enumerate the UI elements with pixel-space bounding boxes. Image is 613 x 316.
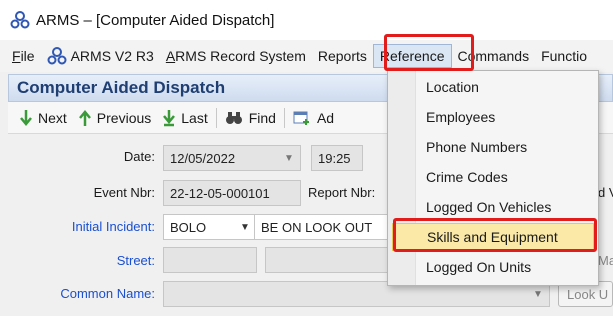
toolbar-separator bbox=[283, 107, 285, 128]
date-value: 12/05/2022 bbox=[170, 150, 236, 166]
next-button[interactable]: Next bbox=[14, 105, 73, 131]
menu-file[interactable]: File bbox=[6, 44, 41, 68]
clipped-map-button[interactable]: Ma bbox=[598, 253, 613, 268]
binoculars-icon bbox=[225, 111, 242, 124]
menu-item-crime-codes[interactable]: Crime Codes bbox=[392, 163, 594, 191]
report-nbr-label: Report Nbr: bbox=[308, 185, 376, 200]
initial-incident-desc-field[interactable]: BE ON LOOK OUT bbox=[254, 214, 388, 240]
clipped-label-1: d V bbox=[598, 185, 613, 200]
menu-item-label: Skills and Equipment bbox=[427, 229, 558, 245]
menu-arms-v2-label: ARMS V2 R3 bbox=[70, 48, 154, 64]
look-up-label: Look U bbox=[567, 286, 609, 302]
chevron-down-icon[interactable]: ▼ bbox=[236, 218, 254, 236]
arrow-down-icon bbox=[20, 109, 32, 126]
arms-logo-icon bbox=[47, 47, 67, 65]
menu-reference[interactable]: Reference bbox=[372, 44, 452, 68]
time-field[interactable]: 19:25 bbox=[311, 145, 363, 171]
menu-item-logged-on-vehicles[interactable]: Logged On Vehicles bbox=[392, 193, 594, 221]
date-field[interactable]: 12/05/2022 ▼ bbox=[163, 145, 301, 171]
initial-incident-code-field[interactable]: BOLO ▼ bbox=[163, 214, 257, 240]
event-nbr-field[interactable]: 22-12-05-000101 bbox=[163, 180, 301, 206]
reference-dropdown-menu: Location Employees Phone Numbers Crime C… bbox=[387, 70, 599, 286]
arrow-down-last-icon bbox=[163, 109, 176, 126]
menu-file-label: F bbox=[12, 48, 21, 64]
common-name-label: Common Name: bbox=[60, 286, 155, 301]
menu-item-logged-on-units[interactable]: Logged On Units bbox=[392, 253, 594, 281]
find-label: Find bbox=[248, 109, 276, 126]
chevron-down-icon[interactable]: ▼ bbox=[529, 285, 547, 303]
arms-logo-icon bbox=[10, 11, 30, 29]
add-record-icon bbox=[293, 111, 309, 125]
menu-item-skills-and-equipment[interactable]: Skills and Equipment bbox=[392, 223, 594, 251]
last-label: Last bbox=[181, 109, 208, 126]
previous-button[interactable]: Previous bbox=[73, 105, 157, 131]
find-button[interactable]: Find bbox=[219, 105, 282, 131]
menu-arms-record-system-label: A bbox=[165, 48, 176, 64]
date-label: Date: bbox=[123, 149, 155, 164]
menu-functions[interactable]: Functio bbox=[535, 44, 593, 68]
menu-item-label: Employees bbox=[426, 109, 496, 125]
menu-bar: File ARMS V2 R3 A RMS Record System Repor… bbox=[0, 40, 613, 72]
event-nbr-value: 22-12-05-000101 bbox=[170, 185, 270, 201]
page-title: Computer Aided Dispatch bbox=[17, 78, 226, 97]
time-value: 19:25 bbox=[318, 150, 351, 166]
menu-reference-label: Reference bbox=[379, 48, 445, 64]
menu-item-phone-numbers[interactable]: Phone Numbers bbox=[392, 133, 594, 161]
menu-commands-label: Commands bbox=[457, 48, 530, 64]
menu-item-label: Crime Codes bbox=[426, 169, 508, 185]
add-button[interactable]: Ad bbox=[287, 105, 340, 131]
previous-label: Previous bbox=[96, 109, 152, 126]
menu-commands[interactable]: Commands bbox=[452, 44, 536, 68]
menu-arms-record-system[interactable]: A RMS Record System bbox=[160, 44, 312, 68]
next-label: Next bbox=[38, 109, 67, 126]
menu-file-label-rest: ile bbox=[20, 48, 35, 64]
menu-item-location[interactable]: Location bbox=[392, 73, 594, 101]
menu-item-label: Logged On Vehicles bbox=[426, 199, 552, 215]
add-label: Ad bbox=[316, 109, 335, 126]
menu-reports[interactable]: Reports bbox=[312, 44, 373, 68]
menu-item-employees[interactable]: Employees bbox=[392, 103, 594, 131]
menu-item-label: Location bbox=[426, 79, 479, 95]
menu-reports-label: Reports bbox=[317, 48, 367, 64]
toolbar-separator bbox=[215, 107, 217, 128]
street-name-field[interactable] bbox=[265, 247, 388, 273]
chevron-down-icon[interactable]: ▼ bbox=[280, 149, 298, 167]
street-number-field[interactable] bbox=[163, 247, 257, 273]
initial-incident-desc: BE ON LOOK OUT bbox=[261, 219, 373, 235]
initial-incident-label: Initial Incident: bbox=[71, 219, 155, 234]
initial-incident-code: BOLO bbox=[170, 219, 207, 235]
menu-functions-label: Functio bbox=[541, 48, 588, 64]
last-button[interactable]: Last bbox=[157, 105, 213, 131]
menu-arms-record-system-rest: RMS Record System bbox=[175, 48, 306, 64]
street-label: Street: bbox=[116, 253, 155, 268]
title-bar: ARMS – [Computer Aided Dispatch] bbox=[0, 0, 613, 40]
window-title: ARMS – [Computer Aided Dispatch] bbox=[36, 11, 275, 29]
menu-item-label: Logged On Units bbox=[426, 259, 532, 275]
menu-arms-v2[interactable]: ARMS V2 R3 bbox=[41, 44, 160, 68]
menu-item-label: Phone Numbers bbox=[426, 139, 528, 155]
arrow-up-icon bbox=[78, 109, 91, 126]
event-nbr-label: Event Nbr: bbox=[93, 185, 155, 200]
